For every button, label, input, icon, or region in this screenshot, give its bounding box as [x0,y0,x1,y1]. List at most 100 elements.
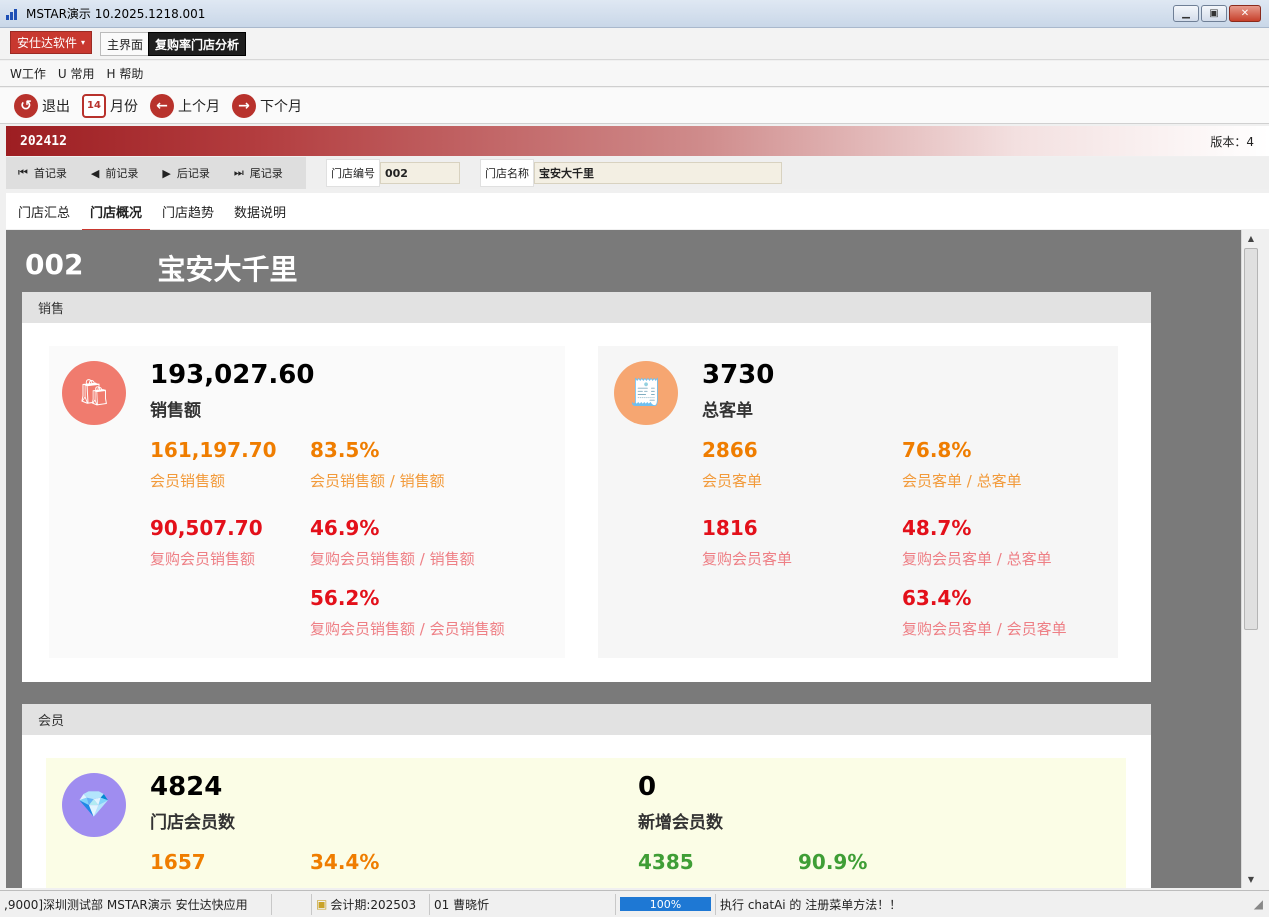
status-blank [272,893,312,915]
store-name: 宝安大千里 [157,253,298,286]
arrow-right-icon: → [232,93,256,118]
status-period: ▣ 会计期:202503 [312,893,430,915]
sales-panel-title: 销售 [22,292,1151,323]
repurchase-member-sales-ratio: 56.2% [310,586,380,610]
member-orders-value: 2866 [702,438,758,462]
month-label: 月份 [110,98,138,115]
exit-label: 退出 [42,98,70,115]
member-sales-label: 会员销售额 [150,472,226,490]
title-bar: MSTAR演示 10.2025.1218.001 ▁ ▣ ✕ [0,0,1269,28]
prev-month-label: 上个月 [178,98,220,115]
next-label: 后记录 [176,167,210,180]
record-nav-row: ⏮ 首记录 ◀ 前记录 ▶ 后记录 ⏭ 尾记录 门店编号 002 门店名称 宝安大千里 [6,157,1269,189]
tab-store-trend[interactable]: 门店趋势 [162,194,214,229]
minimize-button[interactable]: ▁ [1173,5,1199,22]
tab-store-overview[interactable]: 门店概况 [82,194,151,231]
new-members-label: 新增会员数 [638,813,723,833]
sub-tabs: 门店汇总 门店概况 门店趋势 数据说明 [6,193,1269,231]
close-button[interactable]: ✕ [1229,5,1261,22]
repurchase-member-sales-ratio-label: 复购会员销售额 / 会员销售额 [310,620,505,638]
tab-main[interactable]: 主界面 [100,32,151,56]
next-record-button[interactable]: ▶ 后记录 [162,165,209,181]
status-bar: ,9000]深圳测试部 MSTAR演示 安仕达快应用 ▣ 会计期:202503 … [0,890,1269,917]
prev-label: 前记录 [105,167,139,180]
window-title: MSTAR演示 10.2025.1218.001 [26,7,206,21]
toolbar: ↺ 退出 14 月份 ← 上个月 → 下个月 [0,88,1269,124]
maximize-button[interactable]: ▣ [1201,5,1227,22]
member-sales-value: 161,197.70 [150,438,277,462]
sales-panel: 销售 🛍 193,027.60 销售额 161,197.70 会员销售额 83.… [22,292,1151,682]
tab-data-description[interactable]: 数据说明 [234,194,286,229]
period-value: 202412 [20,133,67,149]
active-members-value: 1657 [150,850,206,874]
scroll-up-icon[interactable]: ▲ [1242,230,1260,247]
resize-grip-icon[interactable]: ◢ [1254,897,1263,911]
green-members-ratio: 90.9% [798,850,868,874]
orders-card: 🧾 3730 总客单 2866 会员客单 76.8% 会员客单 / 总客单 18… [598,346,1118,658]
last-icon: ⏭ [233,166,244,179]
first-record-button[interactable]: ⏮ 首记录 [18,165,67,181]
active-members-ratio: 34.4% [310,850,380,874]
last-record-button[interactable]: ⏭ 尾记录 [234,165,283,181]
prev-record-button[interactable]: ◀ 前记录 [91,165,138,181]
green-members-value: 4385 [638,850,694,874]
status-message: 执行 chatAi 的 注册菜单方法！！ [720,897,902,912]
period-header: 202412 版本：4 [6,126,1269,156]
vertical-scrollbar[interactable]: ▲ ▼ [1241,230,1259,888]
members-card: 💎 4824 门店会员数 1657 34.4% 0 新增会员数 4385 90.… [46,758,1126,888]
status-progress-segment: 100% [616,893,716,915]
new-members-total: 0 [638,772,657,802]
tab-store-summary[interactable]: 门店汇总 [18,194,70,229]
store-code: 002 [25,248,84,281]
status-company: ,9000]深圳测试部 MSTAR演示 安仕达快应用 [0,893,272,915]
version-label: 版本：4 [1210,134,1254,149]
first-icon: ⏮ [18,166,28,179]
member-orders-ratio: 76.8% [902,438,972,462]
store-name-field[interactable]: 宝安大千里 [534,162,782,184]
sales-total: 193,027.60 [150,360,315,390]
scroll-thumb[interactable] [1244,248,1258,630]
shopping-bag-icon: 🛍 [62,361,126,425]
report-content: 002 宝安大千里 销售 🛍 193,027.60 销售额 161,197.70… [6,230,1241,888]
progress-bar: 100% [620,897,711,911]
dropdown-arrow-icon: ▾ [81,38,86,47]
menu-bar: W工作 U 常用 H 帮助 [0,61,1269,87]
scroll-down-icon[interactable]: ▼ [1242,871,1260,888]
tab-repurchase-analysis[interactable]: 复购率门店分析 [148,32,247,56]
exit-button[interactable]: ↺ 退出 [14,93,70,118]
repurchase-sales-ratio: 46.9% [310,516,380,540]
members-total: 4824 [150,772,223,802]
next-month-button[interactable]: → 下个月 [232,93,302,118]
member-orders-label: 会员客单 [702,472,763,490]
repurchase-orders-value: 1816 [702,516,758,540]
arrow-left-icon: ← [150,93,174,118]
repurchase-sales-ratio-label: 复购会员销售额 / 销售额 [310,550,475,568]
store-name-label: 门店名称 [480,159,534,187]
month-button[interactable]: 14 月份 [82,93,138,118]
menu-work[interactable]: W工作 [10,65,46,82]
document-tab-row: 安仕达软件 ▾ 主界面 复购率门店分析 [0,28,1269,60]
last-label: 尾记录 [249,167,283,180]
member-orders-ratio-label: 会员客单 / 总客单 [902,472,1022,490]
menu-help[interactable]: H 帮助 [106,65,143,82]
repurchase-orders-label: 复购会员客单 [702,550,793,568]
prev-month-button[interactable]: ← 上个月 [150,93,220,118]
status-user: 01 曹晓忻 [430,893,616,915]
members-panel-title: 会员 [22,704,1151,735]
prev-icon: ◀ [90,166,100,180]
repurchase-member-orders-ratio-label: 复购会员客单 / 会员客单 [902,620,1067,638]
folder-icon: ▣ [316,897,328,911]
first-label: 首记录 [33,167,67,180]
store-no-field[interactable]: 002 [380,162,460,184]
diamond-icon: 💎 [62,773,126,837]
member-sales-ratio-label: 会员销售额 / 销售额 [310,472,445,490]
calendar-icon: 14 [82,93,106,118]
undo-icon: ↺ [14,93,38,118]
next-icon: ▶ [162,166,171,180]
status-period-text: 会计期:202503 [330,897,417,912]
menu-common[interactable]: U 常用 [58,65,95,82]
app-icon [6,8,20,20]
receipt-icon: 🧾 [614,361,678,425]
repurchase-sales-label: 复购会员销售额 [150,550,256,568]
brand-menu-button[interactable]: 安仕达软件 ▾ [10,31,93,54]
